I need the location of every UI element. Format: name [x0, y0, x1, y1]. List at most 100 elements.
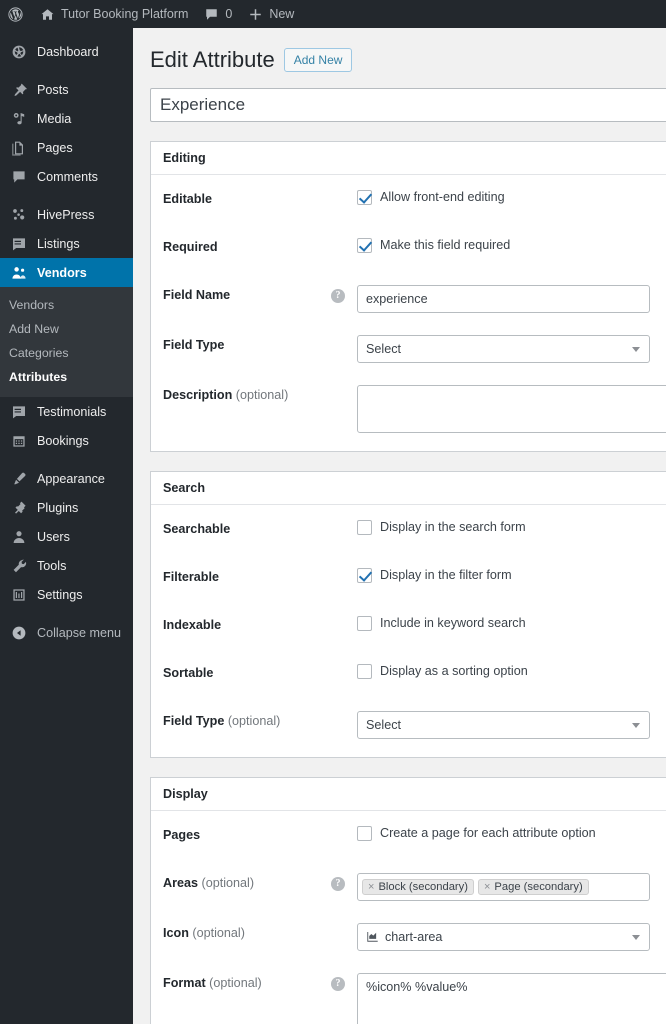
icon-select[interactable]: chart-area — [357, 922, 650, 951]
site-name-menu[interactable]: Tutor Booking Platform — [32, 0, 196, 28]
description-label: Description (optional) — [163, 385, 331, 402]
sidebar-item-vendors[interactable]: Vendors — [0, 258, 141, 287]
pages-checkbox[interactable] — [357, 825, 372, 841]
indexable-checkbox-row[interactable]: Include in keyword search — [357, 615, 666, 631]
new-label: New — [269, 7, 295, 21]
collapse-menu-label: Collapse menu — [37, 625, 122, 640]
field-type-select[interactable]: Select — [357, 334, 650, 363]
searchable-checkbox[interactable] — [357, 519, 372, 535]
row-pages: Pages Create a page for each attribute o… — [163, 825, 666, 851]
indexable-label: Indexable — [163, 617, 222, 632]
chart-area-icon — [367, 932, 378, 942]
indexable-checkbox[interactable] — [357, 615, 372, 631]
sortable-label: Sortable — [163, 665, 214, 680]
submenu-item-categories[interactable]: Categories — [0, 341, 133, 365]
required-label: Required — [163, 239, 218, 254]
chevron-down-icon — [632, 722, 640, 728]
required-checkbox[interactable] — [357, 237, 372, 253]
search-panel: Search Searchable Display in the search … — [150, 470, 666, 758]
sidebar-item-posts[interactable]: Posts — [0, 75, 133, 104]
row-required: Required Make this field required — [163, 237, 666, 263]
row-icon: Icon (optional) chart-area — [163, 922, 666, 951]
search-field-type-select[interactable]: Select — [357, 710, 650, 739]
home-icon — [41, 8, 54, 20]
description-textarea[interactable] — [357, 384, 666, 433]
admin-sidebar: Dashboard Posts Media Pages Comments Hiv… — [0, 28, 141, 1024]
row-field-name: Field Name ? experience — [163, 284, 666, 313]
help-icon[interactable]: ? — [331, 876, 345, 891]
editable-checkbox-row[interactable]: Allow front-end editing — [357, 189, 666, 205]
filterable-checkbox[interactable] — [357, 567, 372, 583]
add-new-button[interactable]: Add New — [283, 48, 353, 73]
help-icon[interactable]: ? — [331, 976, 345, 991]
areas-label: Areas (optional) — [163, 873, 331, 890]
sidebar-item-tools[interactable]: Tools — [0, 551, 133, 580]
searchable-checkbox-row[interactable]: Display in the search form — [357, 519, 666, 535]
filterable-checkbox-label: Display in the filter form — [380, 568, 512, 583]
field-type-value: Select — [366, 341, 402, 356]
sidebar-item-label: Pages — [37, 140, 73, 155]
sortable-checkbox-row[interactable]: Display as a sorting option — [357, 663, 666, 679]
testimonials-icon — [9, 402, 29, 422]
row-filterable: Filterable Display in the filter form — [163, 567, 666, 593]
remove-tag-icon[interactable]: × — [368, 881, 374, 893]
tag-block-secondary[interactable]: × Block (secondary) — [362, 878, 474, 895]
sidebar-item-media[interactable]: Media — [0, 104, 133, 133]
field-type-label: Field Type — [163, 337, 225, 352]
plus-icon — [250, 8, 262, 20]
sidebar-item-listings[interactable]: Listings — [0, 229, 133, 258]
field-name-label: Field Name — [163, 287, 231, 302]
sidebar-item-users[interactable]: Users — [0, 522, 133, 551]
description-optional: (optional) — [232, 387, 289, 402]
tag-label: Page (secondary) — [494, 880, 583, 893]
field-name-input[interactable]: experience — [357, 284, 650, 313]
sidebar-item-settings[interactable]: Settings — [0, 580, 133, 609]
tag-page-secondary[interactable]: × Page (secondary) — [477, 878, 589, 895]
comments-menu[interactable]: 0 — [196, 0, 240, 28]
sortable-checkbox[interactable] — [357, 663, 372, 679]
site-name-label: Tutor Booking Platform — [61, 7, 189, 21]
editing-panel-heading: Editing — [151, 142, 666, 175]
help-icon[interactable]: ? — [331, 288, 345, 303]
sidebar-item-comments[interactable]: Comments — [0, 162, 133, 191]
sidebar-item-bookings[interactable]: Bookings — [0, 426, 133, 455]
submenu-item-vendors[interactable]: Vendors — [0, 293, 133, 317]
collapse-menu-button[interactable]: Collapse menu — [0, 618, 133, 647]
filterable-label: Filterable — [163, 569, 219, 584]
menu-spacer-3 — [0, 455, 133, 464]
searchable-checkbox-label: Display in the search form — [380, 520, 526, 535]
required-checkbox-row[interactable]: Make this field required — [357, 237, 666, 253]
submenu-item-attributes[interactable]: Attributes — [0, 365, 133, 389]
sidebar-item-label: Posts — [37, 82, 69, 97]
format-label-text: Format — [163, 975, 206, 990]
pages-checkbox-row[interactable]: Create a page for each attribute option — [357, 825, 666, 841]
submenu-item-add-new[interactable]: Add New — [0, 317, 133, 341]
attribute-title-input[interactable]: Experience — [150, 87, 666, 122]
sidebar-item-appearance[interactable]: Appearance — [0, 464, 133, 493]
sidebar-item-label: Users — [37, 529, 70, 544]
editable-checkbox[interactable] — [357, 189, 372, 205]
sidebar-item-label: Dashboard — [37, 44, 99, 59]
comments-count: 0 — [225, 7, 233, 21]
sidebar-item-hivepress[interactable]: HivePress — [0, 200, 133, 229]
icon-label: Icon (optional) — [163, 923, 331, 940]
content-area: Edit Attribute Add New Experience Editin… — [133, 28, 666, 1024]
sidebar-item-dashboard[interactable]: Dashboard — [0, 37, 133, 66]
sidebar-item-plugins[interactable]: Plugins — [0, 493, 133, 522]
pin-icon — [9, 80, 29, 100]
format-textarea[interactable]: %icon% %value% — [357, 972, 666, 1024]
wp-logo-menu[interactable] — [0, 0, 32, 28]
display-panel-heading: Display — [151, 778, 666, 811]
sidebar-item-testimonials[interactable]: Testimonials — [0, 397, 133, 426]
listings-icon — [9, 234, 29, 254]
plugins-plug-icon — [9, 498, 29, 518]
sidebar-item-pages[interactable]: Pages — [0, 133, 133, 162]
row-editable: Editable Allow front-end editing — [163, 189, 666, 215]
areas-tags-input[interactable]: × Block (secondary) × Page (secondary) — [357, 872, 650, 901]
sidebar-item-label: HivePress — [37, 207, 95, 222]
remove-tag-icon[interactable]: × — [484, 881, 490, 893]
vendors-icon — [9, 263, 29, 283]
filterable-checkbox-row[interactable]: Display in the filter form — [357, 567, 666, 583]
new-content-menu[interactable]: New — [240, 0, 302, 28]
pages-checkbox-label: Create a page for each attribute option — [380, 826, 596, 841]
